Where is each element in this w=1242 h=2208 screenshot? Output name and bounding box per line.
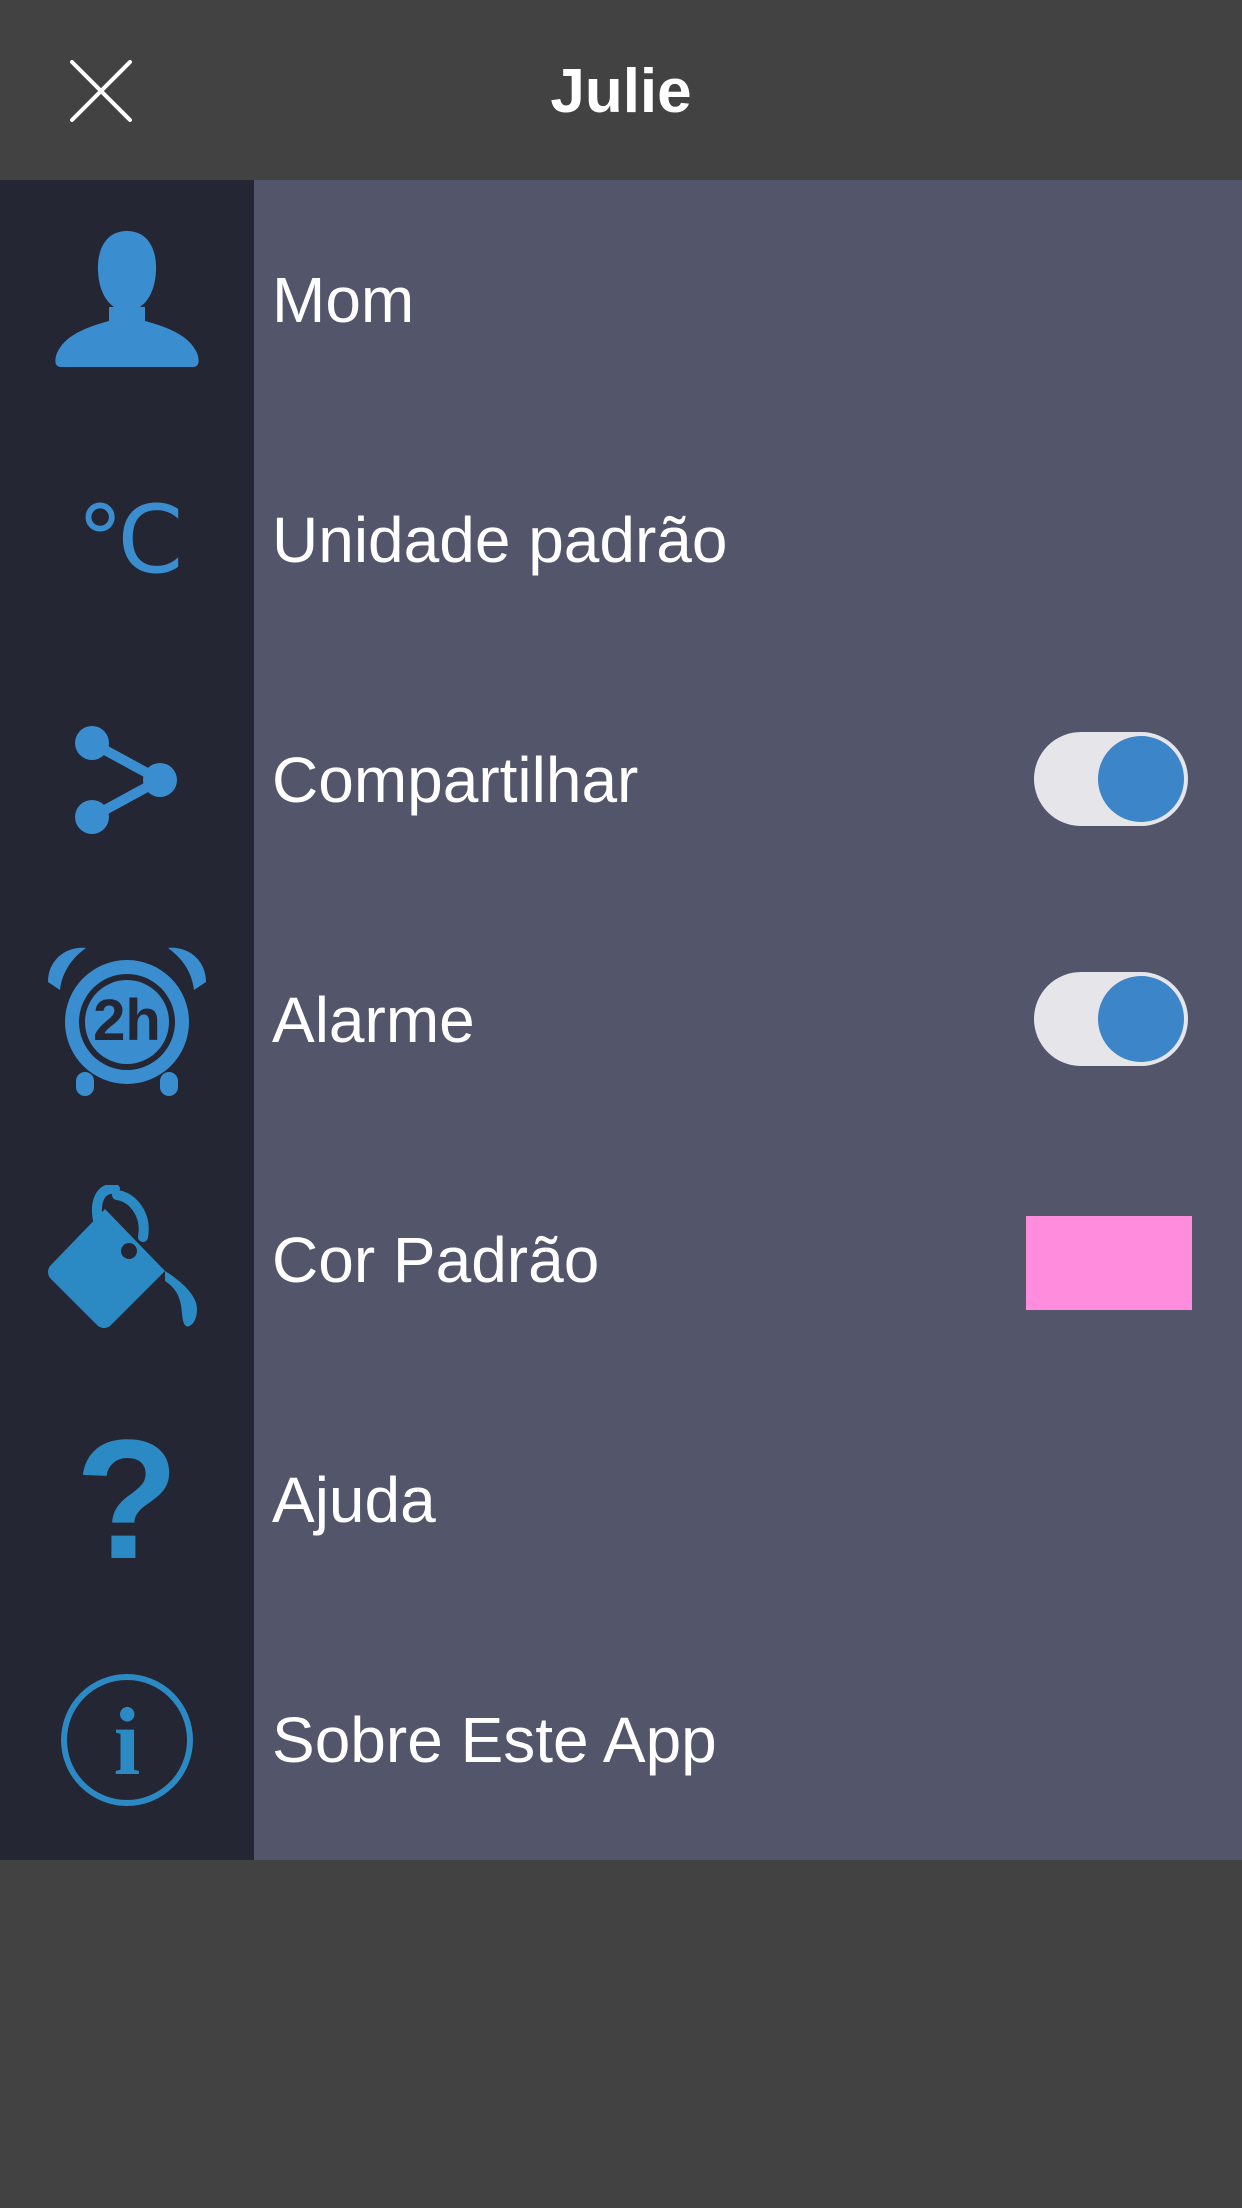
info-icon-glyph: i: [114, 1688, 141, 1795]
menu-item-default-color[interactable]: Cor Padrão: [0, 1140, 1242, 1380]
menu-item-label: Ajuda: [272, 1464, 436, 1536]
menu-item-label: Alarme: [272, 984, 475, 1056]
menu-item-share[interactable]: Compartilhar: [0, 660, 1242, 900]
settings-menu: Mom °C Unidade padrão Compartilhar 2h Al…: [0, 180, 1242, 1860]
help-icon-glyph: ?: [75, 1405, 179, 1595]
menu-item-alarm[interactable]: 2h Alarme: [0, 900, 1242, 1140]
menu-item-label: Unidade padrão: [272, 504, 728, 576]
alarm-interval-text: 2h: [93, 988, 161, 1053]
help-icon: ?: [0, 1380, 254, 1620]
menu-item-help[interactable]: ? Ajuda: [0, 1380, 1242, 1620]
close-button[interactable]: [60, 52, 140, 132]
toggle-knob: [1098, 736, 1184, 822]
menu-item-default-unit[interactable]: °C Unidade padrão: [0, 420, 1242, 660]
person-icon: [0, 180, 254, 420]
close-icon: [70, 60, 132, 122]
celsius-icon: °C: [0, 420, 254, 660]
menu-item-about[interactable]: i Sobre Este App: [0, 1620, 1242, 1860]
page-title: Julie: [550, 57, 692, 126]
paint-bucket-icon: [0, 1140, 254, 1380]
menu-item-label: Sobre Este App: [272, 1704, 717, 1776]
default-color-swatch[interactable]: [1026, 1216, 1192, 1310]
info-icon: i: [0, 1620, 254, 1860]
menu-item-profile[interactable]: Mom: [0, 180, 1242, 420]
menu-item-label: Cor Padrão: [272, 1224, 600, 1296]
alarm-toggle[interactable]: [1034, 972, 1188, 1066]
alarm-clock-icon: 2h: [0, 900, 254, 1140]
menu-item-label: Mom: [272, 264, 415, 336]
share-toggle[interactable]: [1034, 732, 1188, 826]
celsius-icon-glyph: °C: [76, 485, 184, 595]
menu-item-label: Compartilhar: [272, 744, 639, 816]
share-icon: [0, 660, 254, 900]
toggle-knob: [1098, 976, 1184, 1062]
header-bar: Julie: [0, 0, 1242, 180]
